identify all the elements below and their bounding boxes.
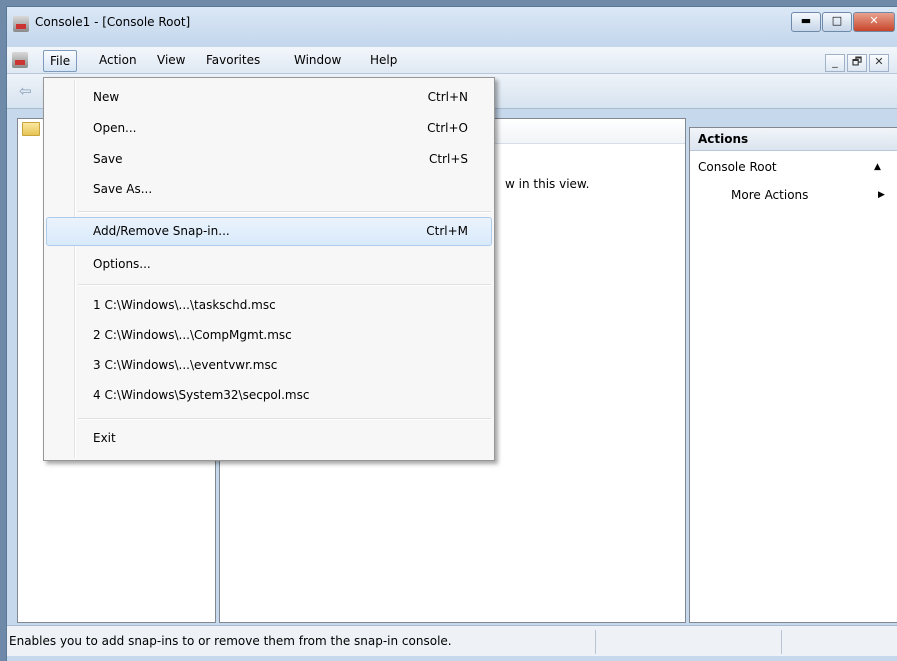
menu-separator	[78, 284, 491, 286]
mdi-minimize-button[interactable]: _	[825, 54, 845, 72]
status-text: Enables you to add snap-ins to or remove…	[9, 634, 452, 648]
empty-view-message: w in this view.	[505, 177, 590, 191]
menu-item-recent-4[interactable]: 4 C:\Windows\System32\secpol.msc	[46, 381, 492, 409]
menu-separator	[78, 211, 491, 213]
menu-item-label: 1 C:\Windows\...\taskschd.msc	[93, 298, 276, 312]
menu-item-save[interactable]: Save Ctrl+S	[46, 145, 492, 173]
submenu-arrow-icon: ▶	[878, 190, 885, 200]
menu-item-open[interactable]: Open... Ctrl+O	[46, 114, 492, 142]
file-menu-dropdown: New Ctrl+N Open... Ctrl+O Save Ctrl+S Sa…	[43, 77, 495, 461]
menu-item-shortcut: Ctrl+O	[427, 121, 468, 135]
menu-favorites[interactable]: Favorites	[200, 51, 266, 69]
menu-item-label: Exit	[93, 431, 116, 445]
menu-file[interactable]: File	[43, 50, 78, 72]
menu-item-shortcut: Ctrl+M	[426, 224, 468, 238]
menu-item-options[interactable]: Options...	[46, 250, 492, 278]
status-bar: Enables you to add snap-ins to or remove…	[7, 625, 897, 656]
menu-action[interactable]: Action	[93, 51, 143, 69]
actions-section-console-root[interactable]: Console Root	[698, 156, 777, 178]
title-bar[interactable]: Console1 - [Console Root] ▬ □ ✕	[7, 7, 897, 47]
menu-item-label: Save	[93, 152, 123, 166]
mmc-console-icon[interactable]	[13, 16, 29, 32]
menu-view[interactable]: View	[151, 51, 191, 69]
menu-item-label: Open...	[93, 121, 137, 135]
mdi-restore-button[interactable]: 🗗	[847, 54, 867, 72]
minimize-button[interactable]: ▬	[791, 12, 821, 32]
menu-item-recent-1[interactable]: 1 C:\Windows\...\taskschd.msc	[46, 291, 492, 319]
document-system-menu-icon[interactable]	[12, 52, 28, 68]
menu-item-save-as[interactable]: Save As...	[46, 175, 492, 203]
menu-separator	[78, 418, 491, 420]
menu-item-shortcut: Ctrl+N	[427, 90, 468, 104]
mdi-close-button[interactable]: ✕	[869, 54, 889, 72]
collapse-arrow-icon[interactable]: ▲	[874, 156, 881, 178]
more-actions-link[interactable]: More Actions	[731, 184, 808, 206]
menu-item-shortcut: Ctrl+S	[428, 152, 468, 166]
maximize-button[interactable]: □	[822, 12, 852, 32]
actions-pane: Actions Console Root ▲ More Actions ▶	[689, 127, 897, 623]
folder-icon	[22, 122, 40, 136]
menu-item-label: New	[93, 90, 120, 104]
menu-item-label: Save As...	[93, 182, 153, 196]
window-title: Console1 - [Console Root]	[35, 15, 191, 29]
back-arrow-icon[interactable]: ⇦	[19, 82, 32, 100]
menu-item-add-remove-snap-in[interactable]: Add/Remove Snap-in... Ctrl+M	[46, 217, 492, 246]
menu-bar: File Action View Favorites Window Help	[7, 47, 897, 74]
menu-help[interactable]: Help	[364, 51, 403, 69]
actions-title: Actions	[690, 128, 897, 151]
menu-item-label: Options...	[93, 257, 151, 271]
status-divider	[781, 630, 782, 654]
status-divider	[595, 630, 596, 654]
menu-item-recent-3[interactable]: 3 C:\Windows\...\eventvwr.msc	[46, 351, 492, 379]
menu-item-label: Add/Remove Snap-in...	[93, 224, 230, 238]
menu-item-recent-2[interactable]: 2 C:\Windows\...\CompMgmt.msc	[46, 321, 492, 349]
menu-item-label: 3 C:\Windows\...\eventvwr.msc	[93, 358, 278, 372]
menu-item-label: 2 C:\Windows\...\CompMgmt.msc	[93, 328, 292, 342]
menu-item-label: 4 C:\Windows\System32\secpol.msc	[93, 388, 310, 402]
menu-item-exit[interactable]: Exit	[46, 424, 492, 452]
menu-item-new[interactable]: New Ctrl+N	[46, 83, 492, 111]
close-button[interactable]: ✕	[853, 12, 895, 32]
menu-window[interactable]: Window	[288, 51, 347, 69]
